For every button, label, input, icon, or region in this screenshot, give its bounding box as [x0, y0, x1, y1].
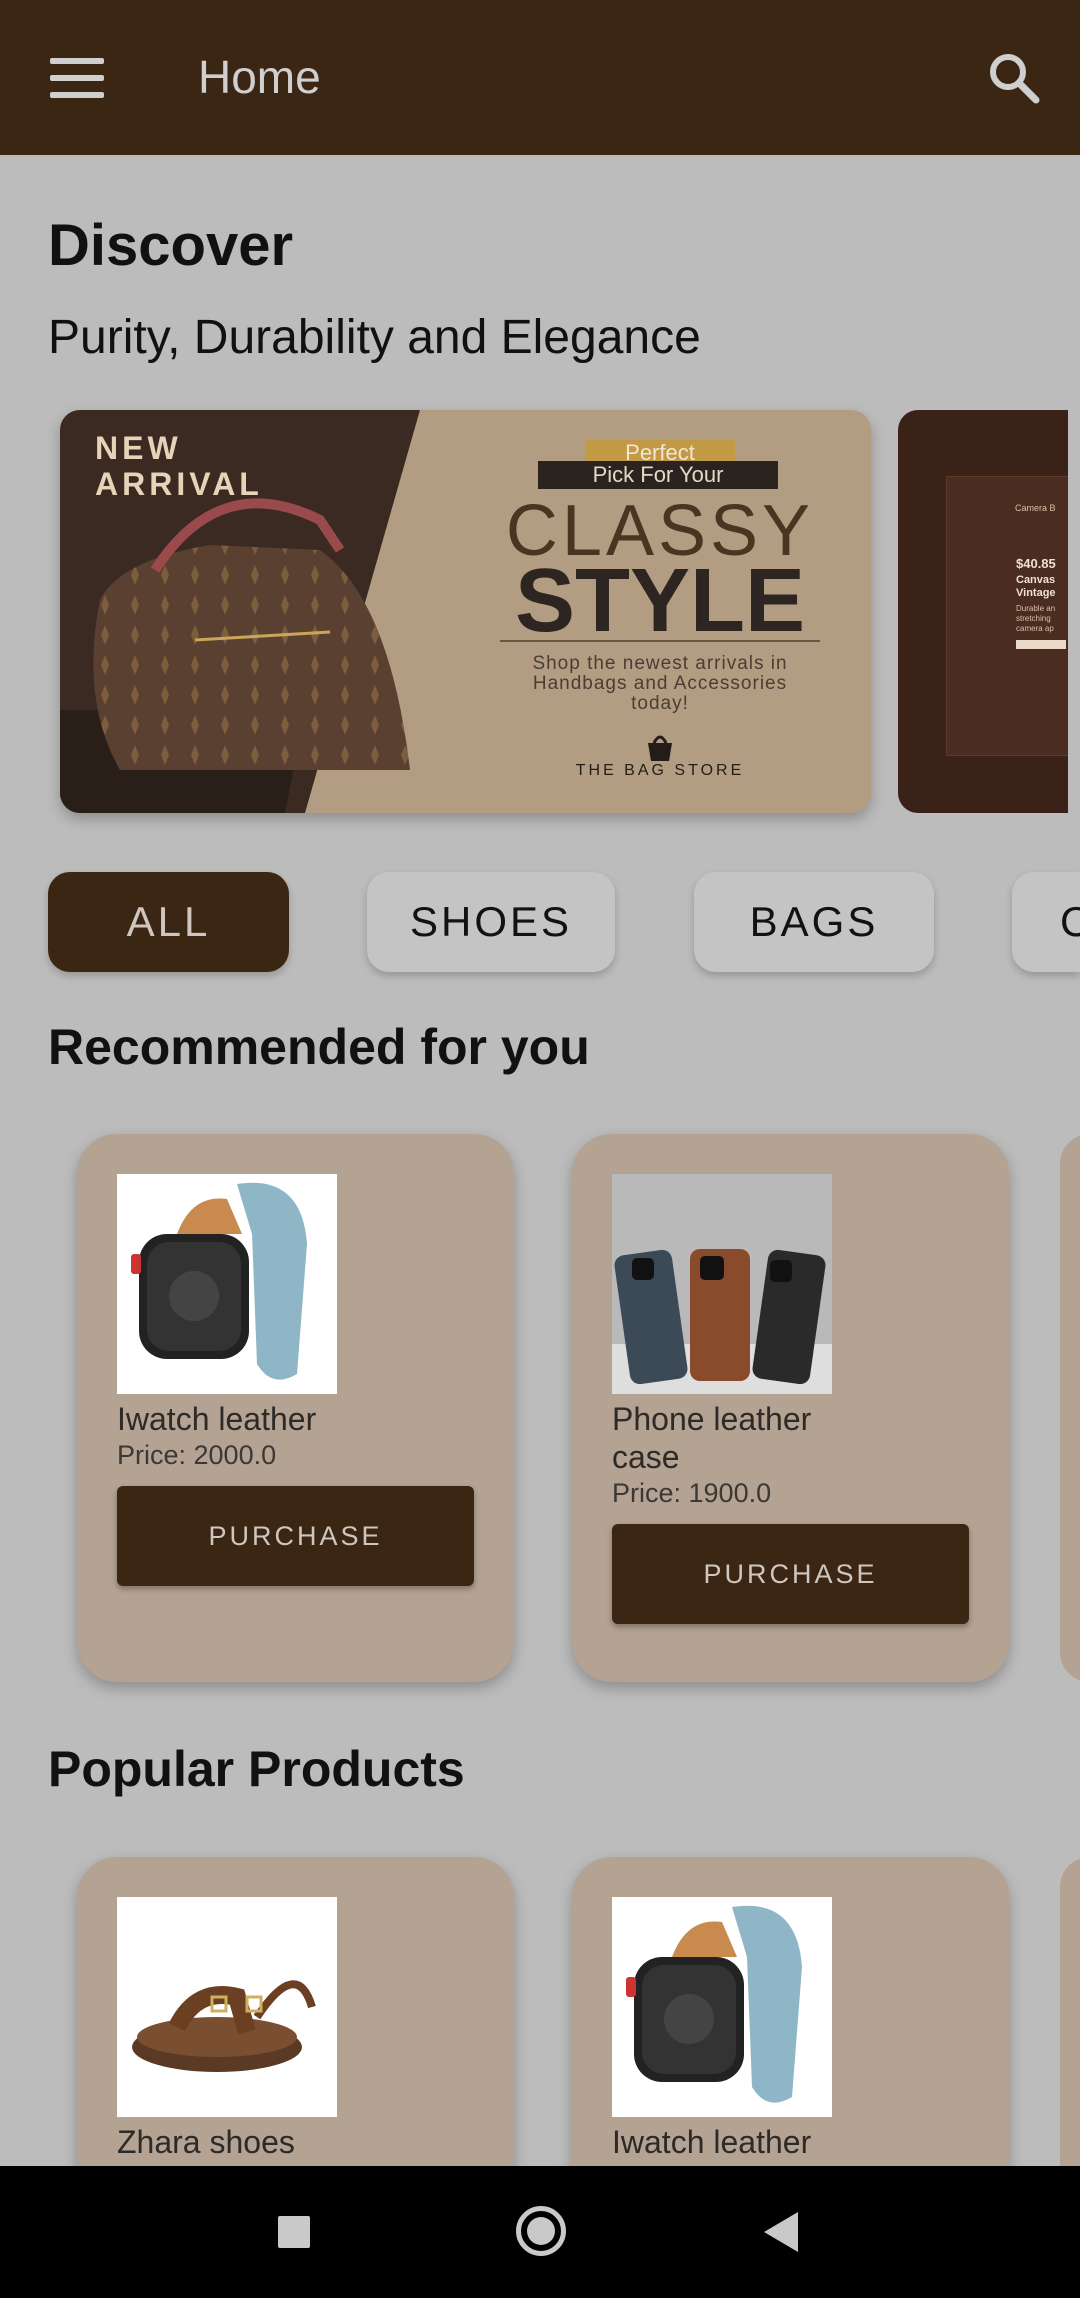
product-price: Price: 2000.0 — [117, 1440, 277, 1470]
popular-heading: Popular Products — [48, 1741, 465, 1797]
top-app-bar: Home — [0, 0, 1080, 155]
chip-bags[interactable]: BAGS — [694, 872, 934, 972]
product-price: Price: 1900.0 — [612, 1478, 772, 1508]
tagline: Purity, Durability and Elegance — [48, 311, 701, 364]
back-icon[interactable] — [764, 2212, 798, 2252]
product-image — [612, 1174, 832, 1394]
product-name: Phone leather case — [612, 1401, 812, 1475]
product-name: Zhara shoes — [117, 2124, 295, 2160]
home-icon[interactable] — [516, 2206, 566, 2256]
discover-heading: Discover — [48, 213, 294, 278]
banner-pick-label: Pick For Your — [538, 461, 778, 489]
banner-next-title: Camera B — [1015, 503, 1056, 513]
chip-all[interactable]: ALL — [48, 872, 289, 972]
banner-next-button — [1016, 640, 1066, 649]
recommended-heading: Recommended for you — [48, 1019, 590, 1075]
new-arrival-label: NEW ARRIVAL — [95, 430, 263, 502]
purchase-button[interactable]: PURCHASE — [117, 1486, 474, 1586]
banner-shop-text: Shop the newest arrivals in Handbags and… — [532, 653, 788, 714]
banner-divider — [500, 640, 820, 642]
banner-next-name: Canvas Vintage — [1016, 574, 1056, 599]
product-image — [117, 1174, 337, 1394]
banner-next-price: $40.85 — [1016, 556, 1056, 571]
product-card-peek[interactable] — [1060, 1134, 1080, 1682]
page-title: Home — [198, 51, 321, 103]
banner-next-desc: Durable an stretching camera ap — [1016, 604, 1056, 633]
product-card[interactable]: Iwatch leather Price: 2000.0 PURCHASE — [77, 1134, 514, 1682]
recents-icon[interactable] — [278, 2216, 310, 2248]
product-image — [117, 1897, 337, 2117]
product-image — [612, 1897, 832, 2117]
banner-store-name: THE BAG STORE — [575, 762, 745, 779]
product-name: Iwatch leather — [117, 1401, 317, 1437]
chip-shoes[interactable]: SHOES — [367, 872, 615, 972]
banner-style-text: STYLE — [514, 551, 806, 651]
product-name: Iwatch leather — [612, 2124, 812, 2160]
search-icon[interactable] — [986, 50, 1042, 106]
menu-icon[interactable] — [50, 58, 104, 98]
product-card[interactable]: Phone leather case Price: 1900.0 PURCHAS… — [572, 1134, 1009, 1682]
chip-partial[interactable]: C — [1012, 872, 1080, 972]
purchase-button[interactable]: PURCHASE — [612, 1524, 969, 1624]
